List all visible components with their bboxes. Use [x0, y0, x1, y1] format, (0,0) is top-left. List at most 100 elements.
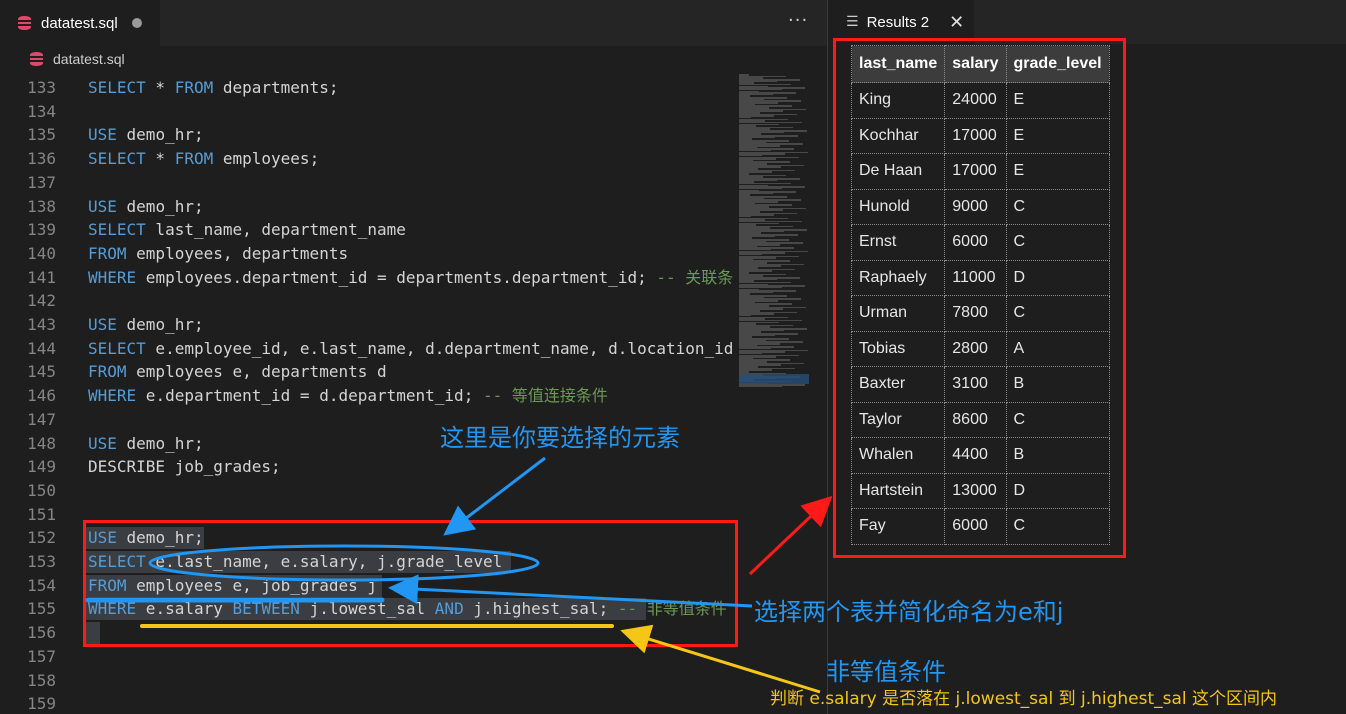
unsaved-dot-icon[interactable] [131, 18, 142, 28]
annotation-select-elements: 这里是你要选择的元素 [440, 424, 680, 452]
sql-keyword: SELECT [88, 149, 146, 169]
line-number: 154 [27, 575, 56, 595]
sql-keyword: FROM [174, 149, 214, 169]
line-number: 139 [27, 220, 56, 240]
line-number: 158 [27, 670, 56, 690]
sql-keyword: FROM [88, 362, 127, 382]
code-text: SELECT * FROM employees; [88, 147, 319, 171]
line-number: 152 [27, 528, 56, 548]
line-number: 148 [27, 433, 56, 453]
code-text: DESCRIBE job_grades; [88, 455, 281, 479]
line-number: 138 [27, 196, 56, 216]
sql-text: DESCRIBE job_grades; [88, 457, 281, 477]
editor-tab-datatest[interactable]: datatest.sql [0, 0, 160, 46]
code-text: USE demo_hr; [88, 313, 204, 337]
sql-text: departments; [213, 78, 339, 97]
line-number: 145 [27, 362, 56, 382]
code-line[interactable]: 150 [0, 479, 735, 503]
sql-comment: -- 关联条 [656, 267, 734, 287]
more-actions-icon[interactable]: ··· [788, 10, 808, 31]
results-highlight-box [833, 38, 1126, 558]
sql-keyword: WHERE [88, 386, 137, 406]
code-line[interactable]: 135 USE demo_hr; [0, 123, 735, 147]
code-text: USE demo_hr; [88, 195, 204, 219]
code-line[interactable]: 140 FROM employees, departments [0, 242, 735, 266]
sql-text: * [145, 149, 175, 169]
line-number: 150 [27, 480, 56, 500]
code-line[interactable]: 143 USE demo_hr; [0, 313, 735, 337]
code-line[interactable]: 146 WHERE e.department_id = d.department_… [0, 384, 735, 408]
line-number: 141 [27, 267, 56, 287]
line-number: 157 [27, 646, 56, 666]
sql-text: * [145, 78, 175, 97]
line-number: 149 [27, 457, 56, 477]
sql-keyword: SELECT [88, 338, 146, 358]
sql-keyword: WHERE [88, 267, 137, 287]
line-number: 151 [27, 504, 56, 524]
line-number: 140 [27, 243, 56, 263]
minimap-line [739, 385, 782, 388]
minimap-viewport[interactable] [739, 374, 809, 384]
line-number: 136 [27, 149, 56, 169]
sql-keyword: FROM [88, 243, 127, 263]
breadcrumb: datatest.sql [0, 46, 827, 72]
sql-text: employees, departments [126, 243, 349, 263]
code-text: FROM employees, departments [88, 242, 348, 266]
code-line[interactable]: 142 [0, 289, 735, 313]
code-text: SELECT last_name, department_name [88, 218, 406, 242]
line-number: 144 [27, 338, 56, 358]
sql-text: demo_hr; [116, 433, 204, 453]
code-text: USE demo_hr; [88, 432, 204, 456]
sql-comment: -- 等值连接条件 [482, 386, 608, 406]
sql-text: e.employee_id, e.last_name, d.department… [145, 338, 734, 358]
annotation-non-equi: 非等值条件 [826, 658, 946, 686]
code-line[interactable]: 133 SELECT * FROM departments; [0, 76, 735, 100]
editor-tab-label: datatest.sql [41, 14, 118, 32]
code-line[interactable]: 159 [0, 692, 735, 714]
sql-keyword: FROM [174, 78, 214, 97]
list-icon: ☰ [846, 14, 859, 30]
annotation-choose-tables: 选择两个表并简化命名为e和j [754, 598, 1064, 626]
breadcrumb-file[interactable]: datatest.sql [53, 51, 125, 67]
line-number: 159 [27, 694, 56, 714]
sql-keyword: USE [88, 433, 117, 453]
line-number: 146 [27, 386, 56, 406]
code-line[interactable]: 157 [0, 645, 735, 669]
line-number: 147 [27, 409, 56, 429]
code-line[interactable]: 136 SELECT * FROM employees; [0, 147, 735, 171]
code-text: WHERE e.department_id = d.department_id;… [88, 384, 608, 408]
sql-text: demo_hr; [116, 125, 204, 145]
code-line[interactable]: 139 SELECT last_name, department_name [0, 218, 735, 242]
code-line[interactable]: 138 USE demo_hr; [0, 195, 735, 219]
code-text: WHERE employees.department_id = departme… [88, 266, 733, 290]
sql-keyword: SELECT [88, 220, 146, 240]
annotation-judge: 判断 e.salary 是否落在 j.lowest_sal 到 j.highes… [770, 689, 1278, 709]
code-line[interactable]: 137 [0, 171, 735, 195]
line-number: 133 [27, 78, 56, 97]
sql-keyword: USE [88, 125, 117, 145]
line-number: 135 [27, 125, 56, 145]
sql-text: demo_hr; [116, 196, 204, 216]
sql-text: employees.department_id = departments.de… [136, 267, 657, 287]
code-line[interactable]: 134 [0, 100, 735, 124]
sql-keyword: USE [88, 315, 117, 334]
code-line[interactable]: 149 DESCRIBE job_grades; [0, 455, 735, 479]
code-line[interactable]: 158 [0, 669, 735, 693]
database-icon [18, 16, 31, 30]
query-highlight-box [83, 520, 738, 647]
line-number: 142 [27, 291, 56, 311]
line-number: 137 [27, 172, 56, 192]
line-number: 155 [27, 599, 56, 619]
code-text: SELECT * FROM departments; [88, 76, 338, 100]
sql-keyword: SELECT [88, 78, 146, 97]
code-text: SELECT e.employee_id, e.last_name, d.dep… [88, 337, 733, 361]
line-number: 156 [27, 623, 56, 643]
sql-text: demo_hr; [116, 315, 204, 334]
code-line[interactable]: 141 WHERE employees.department_id = depar… [0, 266, 735, 290]
editor-tab-bar: datatest.sql ··· [0, 0, 827, 46]
line-number: 153 [27, 552, 56, 571]
code-line[interactable]: 144 SELECT e.employee_id, e.last_name, d.… [0, 337, 735, 361]
close-icon[interactable]: ✕ [949, 12, 964, 33]
sql-text: e.department_id = d.department_id; [136, 386, 483, 406]
code-line[interactable]: 145 FROM employees e, departments d [0, 360, 735, 384]
